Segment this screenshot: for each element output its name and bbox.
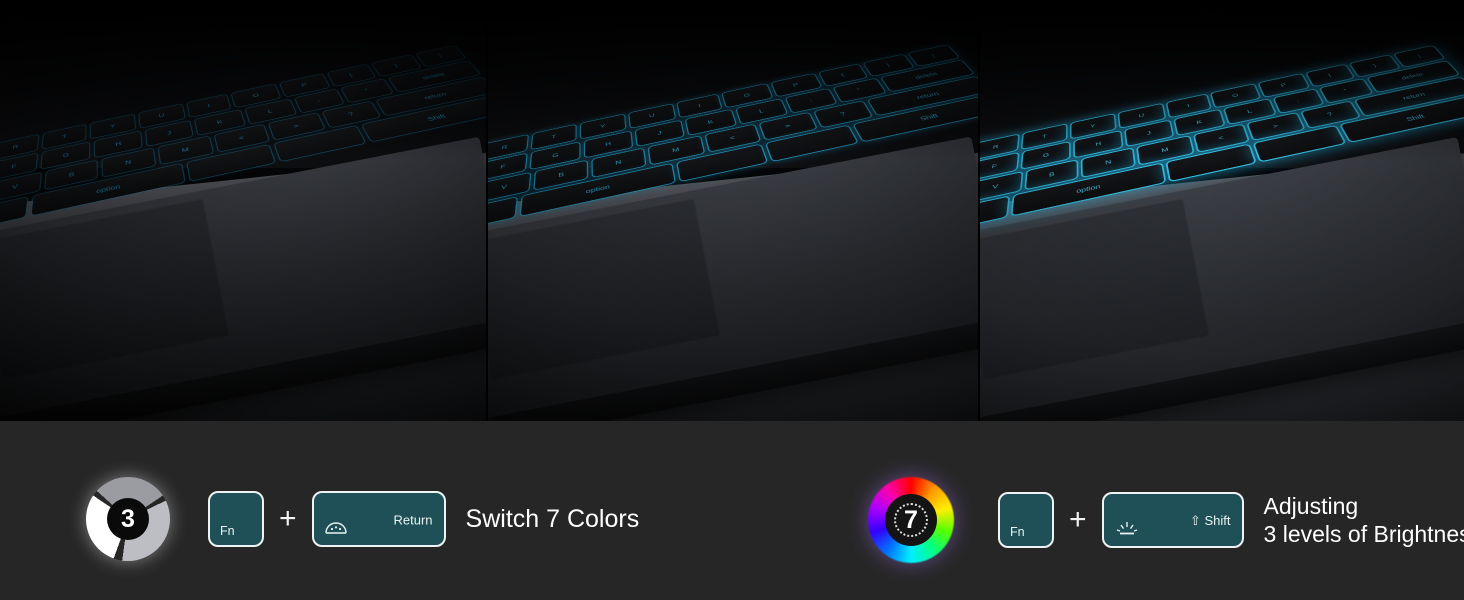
brightness-caption-line1: Adjusting bbox=[1263, 492, 1359, 519]
brightness-up-icon bbox=[1114, 520, 1140, 539]
switch-colors-caption-text: Switch 7 Colors bbox=[465, 504, 640, 533]
product-feature-banner: ERTYUIOP{}| DFGHJKL:"delete CVBNM<>?retu… bbox=[0, 0, 1464, 600]
brightness-caption-line2: 3 levels of Brightness bbox=[1263, 521, 1464, 547]
fn-key-brightness[interactable]: Fn bbox=[998, 492, 1054, 548]
three-segment-donut-indicator: 3 bbox=[86, 477, 170, 561]
fn-key-label: Fn bbox=[220, 524, 235, 538]
shift-key-label: ⇧ Shift bbox=[1190, 513, 1231, 529]
switch-colors-feature: 3 Fn + Return Switch 7 Colors bbox=[86, 477, 639, 561]
shortcut-plus-brightness: + bbox=[1069, 503, 1087, 536]
keyboard-backlight-icon bbox=[324, 519, 348, 538]
keyboard-photo-high-brightness: ERTYUIOP{}| DFGHJKL:"delete CVBNM<>?retu… bbox=[980, 0, 1464, 421]
return-key-label: Return bbox=[393, 512, 433, 528]
brightness-feature: 7 Fn + ⇧ Shift Adjusting 3 levels of Bri… bbox=[868, 477, 1464, 563]
color-wheel-value: 7 bbox=[904, 505, 918, 534]
return-key[interactable]: Return bbox=[311, 491, 446, 547]
keyboard-photo-low-brightness: ERTYUIOP{}| DFGHJKL:"delete CVBNM<>?retu… bbox=[0, 0, 486, 421]
fn-key-colors[interactable]: Fn bbox=[208, 491, 264, 547]
feature-legend-band: 3 Fn + Return Switch 7 Colors 7 Fn + ⇧ S… bbox=[0, 421, 1464, 600]
rainbow-color-wheel-indicator: 7 bbox=[868, 477, 954, 563]
keyboard-photo-medium-brightness: ERTYUIOP{}| DFGHJKL:"delete CVBNM<>?retu… bbox=[488, 0, 978, 421]
keyboard-device: ERTYUIOP{}| DFGHJKL:"delete CVBNM<>?retu… bbox=[0, 0, 486, 421]
keyboard-device: ERTYUIOP{}| DFGHJKL:"delete CVBNM<>?retu… bbox=[980, 0, 1464, 421]
switch-colors-caption: Switch 7 Colors bbox=[466, 505, 640, 534]
brightness-caption: Adjusting 3 levels of Brightness bbox=[1264, 492, 1464, 548]
shift-key-text: Shift bbox=[1204, 512, 1231, 528]
color-wheel-center: 7 bbox=[885, 494, 937, 546]
shift-modifier-glyph: ⇧ bbox=[1189, 512, 1201, 528]
donut-value: 3 bbox=[107, 498, 149, 540]
shift-key[interactable]: ⇧ Shift bbox=[1101, 492, 1244, 548]
keyboard-device: ERTYUIOP{}| DFGHJKL:"delete CVBNM<>?retu… bbox=[488, 0, 978, 421]
shortcut-plus-colors: + bbox=[279, 502, 297, 535]
keyboard-photo-strip: ERTYUIOP{}| DFGHJKL:"delete CVBNM<>?retu… bbox=[0, 0, 1464, 421]
fn-key-label: Fn bbox=[1010, 525, 1025, 539]
